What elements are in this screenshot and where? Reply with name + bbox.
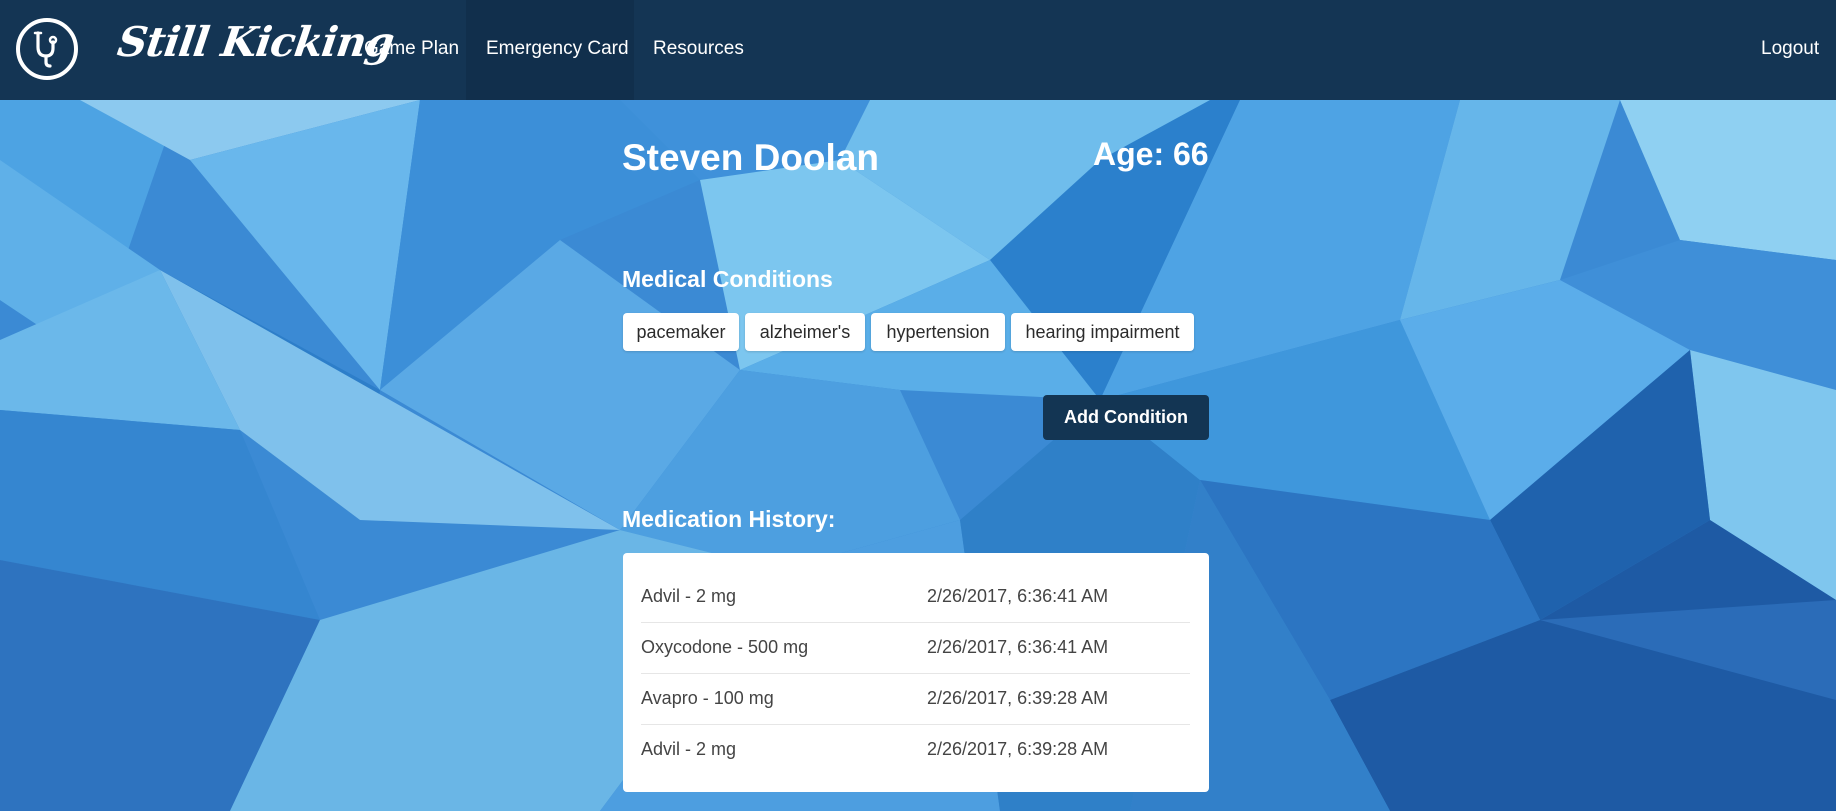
medication-row: Advil - 2 mg 2/26/2017, 6:39:28 AM — [641, 725, 1190, 776]
medication-name: Oxycodone - 500 mg — [641, 637, 809, 657]
patient-age: Age: 66 — [1093, 136, 1209, 172]
nav-link-game-plan[interactable]: Game Plan — [344, 0, 466, 100]
patient-name: Steven Doolan — [622, 137, 879, 178]
condition-tag[interactable]: alzheimer's — [745, 313, 865, 351]
top-navbar: Still Kicking Game Plan Emergency Card R… — [0, 0, 1836, 100]
medication-history-list: Advil - 2 mg 2/26/2017, 6:36:41 AM Oxyco… — [623, 553, 1209, 792]
medication-name: Advil - 2 mg — [641, 739, 737, 759]
medication-history-heading: Medication History: — [622, 506, 836, 532]
medication-name: Avapro - 100 mg — [641, 688, 774, 708]
condition-tag[interactable]: hearing impairment — [1011, 313, 1194, 351]
logout-link[interactable]: Logout — [1742, 0, 1836, 100]
nav-link-resources[interactable]: Resources — [634, 0, 764, 100]
emergency-card-content: Steven Doolan Age: 66 Medical Conditions… — [0, 0, 1836, 811]
medical-conditions-heading: Medical Conditions — [622, 266, 833, 292]
medication-timestamp: 2/26/2017, 6:36:41 AM — [927, 586, 1109, 606]
add-condition-button[interactable]: Add Condition — [1043, 395, 1209, 440]
medication-name: Advil - 2 mg — [641, 586, 737, 606]
medication-timestamp: 2/26/2017, 6:39:28 AM — [927, 688, 1109, 708]
condition-tag[interactable]: pacemaker — [623, 313, 739, 351]
medication-row: Advil - 2 mg 2/26/2017, 6:36:41 AM — [641, 572, 1190, 623]
medication-row: Avapro - 100 mg 2/26/2017, 6:39:28 AM — [641, 674, 1190, 725]
stethoscope-icon[interactable] — [15, 17, 79, 81]
nav-link-emergency-card[interactable]: Emergency Card — [466, 0, 634, 100]
medication-row: Oxycodone - 500 mg 2/26/2017, 6:36:41 AM — [641, 623, 1190, 674]
medication-timestamp: 2/26/2017, 6:36:41 AM — [927, 637, 1109, 657]
medication-timestamp: 2/26/2017, 6:39:28 AM — [927, 739, 1109, 759]
condition-tag[interactable]: hypertension — [871, 313, 1005, 351]
